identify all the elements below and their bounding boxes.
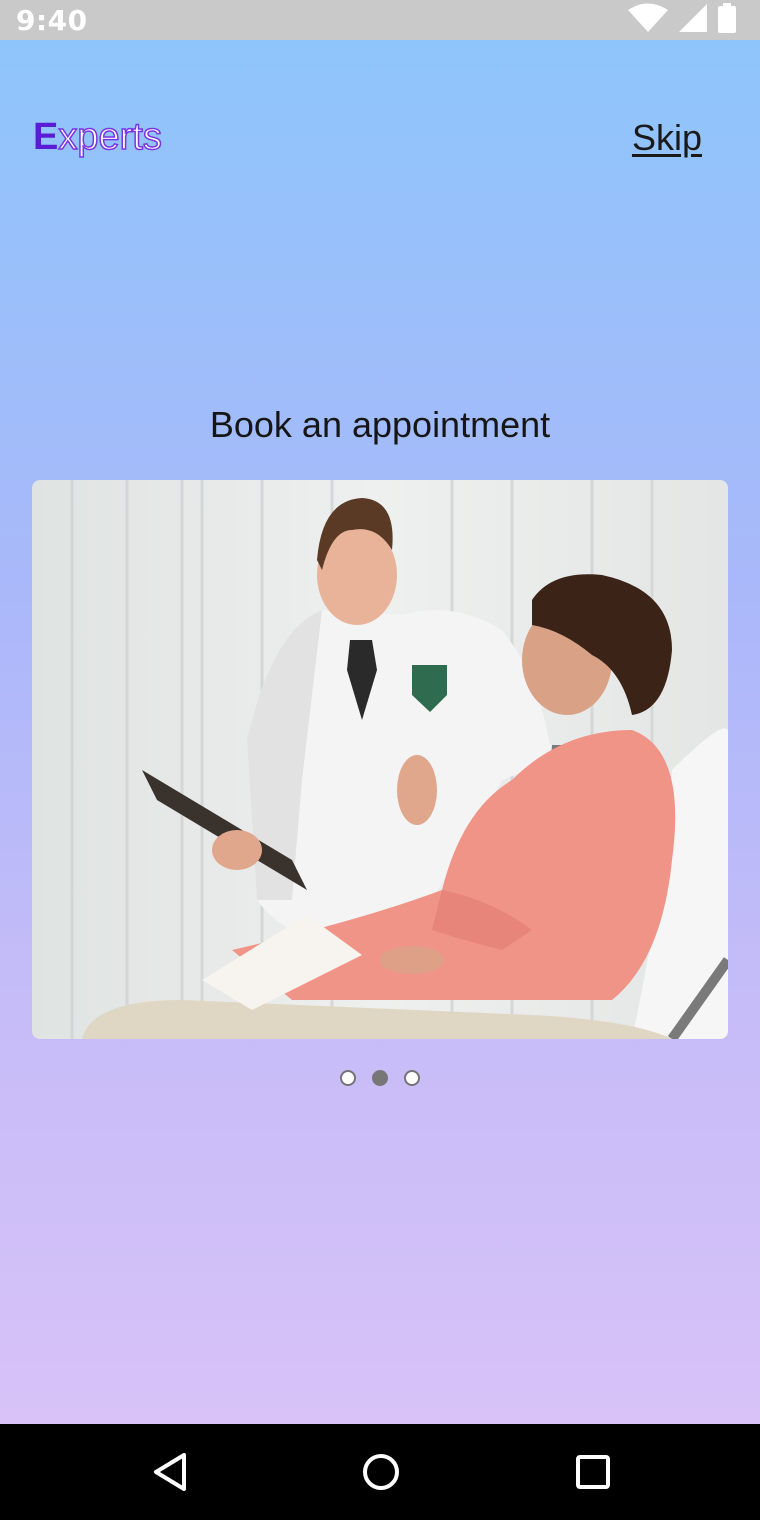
onboarding-screen: Experts Skip Book an appointment [0,40,760,1424]
brand-name: xperts [58,115,163,159]
pager-dot-3[interactable] [404,1070,420,1086]
battery-icon [718,2,736,38]
slide-title: Book an appointment [209,404,551,445]
recents-icon[interactable] [571,1450,615,1494]
home-icon[interactable] [359,1450,403,1494]
pager-dot-2[interactable] [372,1070,388,1086]
page-indicator [0,1070,760,1086]
brand-initial: E [33,116,59,158]
status-bar: 9:40 [0,0,760,40]
status-icons [628,2,736,38]
status-time: 9:40 [16,4,88,37]
pager-dot-1[interactable] [340,1070,356,1086]
doctor-patient-image [32,480,728,1039]
skip-link[interactable]: Skip [632,116,702,160]
brand-logo: Experts [33,114,163,160]
wifi-icon [628,3,668,38]
navigation-bar [0,1424,760,1520]
back-icon[interactable] [148,1450,192,1494]
cell-signal-icon [678,3,708,38]
